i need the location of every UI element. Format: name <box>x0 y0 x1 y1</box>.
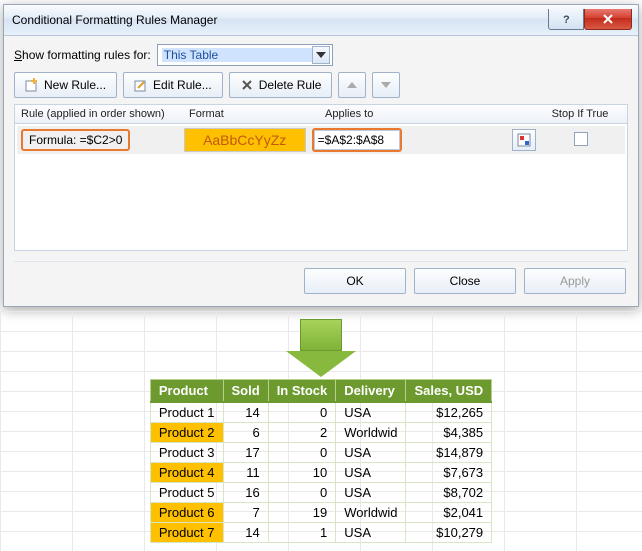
stop-if-true-checkbox[interactable] <box>574 132 588 146</box>
table-row[interactable]: Product 1140USA$12,265 <box>150 402 491 423</box>
table-cell: $7,673 <box>406 463 492 483</box>
arrow-up-icon <box>347 82 357 88</box>
range-selector-button[interactable] <box>512 129 536 151</box>
table-cell: $4,385 <box>406 423 492 443</box>
help-button[interactable]: ? <box>548 9 584 30</box>
table-cell: 19 <box>268 503 336 523</box>
table-header: In Stock <box>268 380 336 403</box>
col-applies: Applies to <box>325 108 539 120</box>
svg-text:?: ? <box>563 14 570 25</box>
chevron-down-icon[interactable] <box>312 46 330 64</box>
titlebar[interactable]: Conditional Formatting Rules Manager ? <box>4 5 638 36</box>
table-cell: 0 <box>268 483 336 503</box>
show-rules-label: Show formatting rules for: <box>14 48 151 62</box>
col-stop: Stop If True <box>539 108 621 120</box>
table-header: Product <box>150 380 223 403</box>
rule-description: Formula: =$C2>0 <box>21 129 130 151</box>
new-rule-icon <box>25 78 39 92</box>
table-cell: $12,265 <box>406 402 492 423</box>
table-row[interactable]: Product 5160USA$8,702 <box>150 483 491 503</box>
table-cell: 10 <box>268 463 336 483</box>
range-selector-icon <box>517 133 531 147</box>
table-header: Sales, USD <box>406 380 492 403</box>
arrow-down-icon <box>381 82 391 88</box>
result-arrow <box>286 319 356 377</box>
move-up-button[interactable] <box>338 72 366 98</box>
table-cell: Product 6 <box>150 503 223 523</box>
table-cell: $14,879 <box>406 443 492 463</box>
table-cell: 0 <box>268 402 336 423</box>
table-header: Delivery <box>336 380 406 403</box>
table-cell: 11 <box>223 463 268 483</box>
table-cell: USA <box>336 402 406 423</box>
table-row[interactable]: Product 7141USA$10,279 <box>150 523 491 543</box>
stop-if-true-cell <box>542 132 621 149</box>
rules-list-header: Rule (applied in order shown) Format App… <box>14 104 628 124</box>
table-cell: 6 <box>223 423 268 443</box>
table-cell: 2 <box>268 423 336 443</box>
applies-to-input[interactable] <box>314 130 400 150</box>
result-table: ProductSoldIn StockDeliverySales, USD Pr… <box>150 379 492 543</box>
table-cell: Worldwid <box>336 503 406 523</box>
table-cell: USA <box>336 523 406 543</box>
rules-list: Formula: =$C2>0 AaBbCcYyZz <box>14 124 628 251</box>
col-rule: Rule (applied in order shown) <box>21 108 189 120</box>
table-row[interactable]: Product 41110USA$7,673 <box>150 463 491 483</box>
table-cell: Product 1 <box>150 402 223 423</box>
table-cell: 17 <box>223 443 268 463</box>
table-cell: Product 5 <box>150 483 223 503</box>
move-down-button[interactable] <box>372 72 400 98</box>
table-row[interactable]: Product 3170USA$14,879 <box>150 443 491 463</box>
delete-rule-button[interactable]: Delete Rule <box>229 72 333 98</box>
table-cell: USA <box>336 443 406 463</box>
table-cell: 0 <box>268 443 336 463</box>
table-row[interactable]: Product 6719Worldwid$2,041 <box>150 503 491 523</box>
table-cell: Worldwid <box>336 423 406 443</box>
table-cell: $10,279 <box>406 523 492 543</box>
format-preview: AaBbCcYyZz <box>184 128 306 152</box>
ok-button[interactable]: OK <box>304 268 406 294</box>
table-cell: Product 4 <box>150 463 223 483</box>
table-row[interactable]: Product 262Worldwid$4,385 <box>150 423 491 443</box>
table-cell: USA <box>336 463 406 483</box>
table-cell: 14 <box>223 523 268 543</box>
table-header: Sold <box>223 380 268 403</box>
dialog-title: Conditional Formatting Rules Manager <box>12 13 548 27</box>
close-button[interactable]: Close <box>414 268 516 294</box>
scope-combo[interactable]: This Table <box>157 44 333 66</box>
edit-rule-icon <box>134 78 148 92</box>
table-cell: Product 7 <box>150 523 223 543</box>
delete-icon <box>240 78 254 92</box>
new-rule-button[interactable]: New Rule... <box>14 72 117 98</box>
table-cell: 1 <box>268 523 336 543</box>
table-cell: 14 <box>223 402 268 423</box>
table-cell: $8,702 <box>406 483 492 503</box>
edit-rule-button[interactable]: Edit Rule... <box>123 72 223 98</box>
table-cell: Product 3 <box>150 443 223 463</box>
close-window-button[interactable] <box>584 9 632 30</box>
rule-row[interactable]: Formula: =$C2>0 AaBbCcYyZz <box>17 126 625 154</box>
scope-value: This Table <box>162 48 312 62</box>
table-cell: Product 2 <box>150 423 223 443</box>
cf-rules-manager-dialog: Conditional Formatting Rules Manager ? S… <box>3 4 639 307</box>
col-format: Format <box>189 108 325 120</box>
table-cell: 16 <box>223 483 268 503</box>
table-cell: 7 <box>223 503 268 523</box>
table-cell: $2,041 <box>406 503 492 523</box>
table-cell: USA <box>336 483 406 503</box>
apply-button[interactable]: Apply <box>524 268 626 294</box>
